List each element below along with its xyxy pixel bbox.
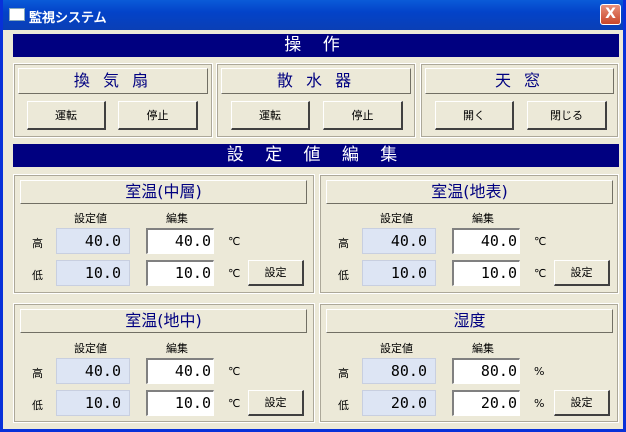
set-value-header: 設定値 [380,212,413,225]
high-edit-input[interactable]: 40.0 [146,228,214,254]
low-label: 低 [338,399,349,412]
skylight-panel: 天 窓 開く 閉じる [420,63,619,138]
low-set-value: 10.0 [362,260,436,286]
setting-panel-title: 湿度 [326,309,613,333]
high-label: 高 [338,237,349,250]
low-edit-input[interactable]: 20.0 [452,390,520,416]
high-set-value: 40.0 [56,228,130,254]
low-label: 低 [32,399,43,412]
setting-panel-humidity: 湿度 設定値 編集 高 80.0 80.0 % 低 20.0 20.0 % 設定 [319,303,619,423]
edit-header: 編集 [472,212,494,225]
settings-banner: 設 定 値 編 集 [13,144,619,167]
high-unit: ℃ [228,365,241,378]
high-label: 高 [32,367,43,380]
set-value-header: 設定値 [74,212,107,225]
high-unit: ℃ [534,235,547,248]
sprinkler-stop-button[interactable]: 停止 [323,101,403,130]
close-button[interactable]: X [600,4,621,25]
set-button[interactable]: 設定 [554,390,610,416]
high-set-value: 80.0 [362,358,436,384]
low-unit: ℃ [228,397,241,410]
edit-header: 編集 [472,342,494,355]
low-unit: ℃ [534,267,547,280]
high-edit-input[interactable]: 80.0 [452,358,520,384]
low-edit-input[interactable]: 10.0 [146,390,214,416]
skylight-title: 天 窓 [425,68,614,94]
app-window-icon [9,8,25,21]
low-edit-input[interactable]: 10.0 [452,260,520,286]
setting-panel-title: 室温(中層) [20,180,307,204]
main-window: 監視システム X 操 作 換 気 扇 運転 停止 散 水 器 運転 停止 天 窓… [0,0,626,432]
low-set-value: 20.0 [362,390,436,416]
low-set-value: 10.0 [56,260,130,286]
skylight-close-button[interactable]: 閉じる [527,101,607,130]
setting-panel-temp-underground: 室温(地中) 設定値 編集 高 40.0 40.0 ℃ 低 10.0 10.0 … [13,303,315,423]
fan-run-button[interactable]: 運転 [27,101,106,130]
high-edit-input[interactable]: 40.0 [452,228,520,254]
set-button[interactable]: 設定 [248,390,304,416]
fan-stop-button[interactable]: 停止 [118,101,198,130]
low-set-value: 10.0 [56,390,130,416]
edit-header: 編集 [166,342,188,355]
operation-banner: 操 作 [13,34,619,57]
setting-panel-temp-middle: 室温(中層) 設定値 編集 高 40.0 40.0 ℃ 低 10.0 10.0 … [13,174,315,294]
high-label: 高 [338,367,349,380]
set-button[interactable]: 設定 [554,260,610,286]
skylight-open-button[interactable]: 開く [435,101,514,130]
title-bar[interactable]: 監視システム X [3,0,623,30]
high-unit: ℃ [228,235,241,248]
window-title: 監視システム [29,11,107,26]
low-label: 低 [32,269,43,282]
low-unit: ℃ [228,267,241,280]
high-unit: % [534,365,545,378]
fan-panel: 換 気 扇 運転 停止 [13,63,213,138]
edit-header: 編集 [166,212,188,225]
sprinkler-title: 散 水 器 [221,68,411,94]
set-button[interactable]: 設定 [248,260,304,286]
set-value-header: 設定値 [74,342,107,355]
sprinkler-panel: 散 水 器 運転 停止 [216,63,416,138]
high-set-value: 40.0 [362,228,436,254]
high-set-value: 40.0 [56,358,130,384]
setting-panel-title: 室温(地中) [20,309,307,333]
low-unit: % [534,397,545,410]
low-edit-input[interactable]: 10.0 [146,260,214,286]
high-edit-input[interactable]: 40.0 [146,358,214,384]
setting-panel-temp-surface: 室温(地表) 設定値 編集 高 40.0 40.0 ℃ 低 10.0 10.0 … [319,174,619,294]
low-label: 低 [338,269,349,282]
set-value-header: 設定値 [380,342,413,355]
sprinkler-run-button[interactable]: 運転 [231,101,310,130]
high-label: 高 [32,237,43,250]
fan-title: 換 気 扇 [18,68,208,94]
setting-panel-title: 室温(地表) [326,180,613,204]
